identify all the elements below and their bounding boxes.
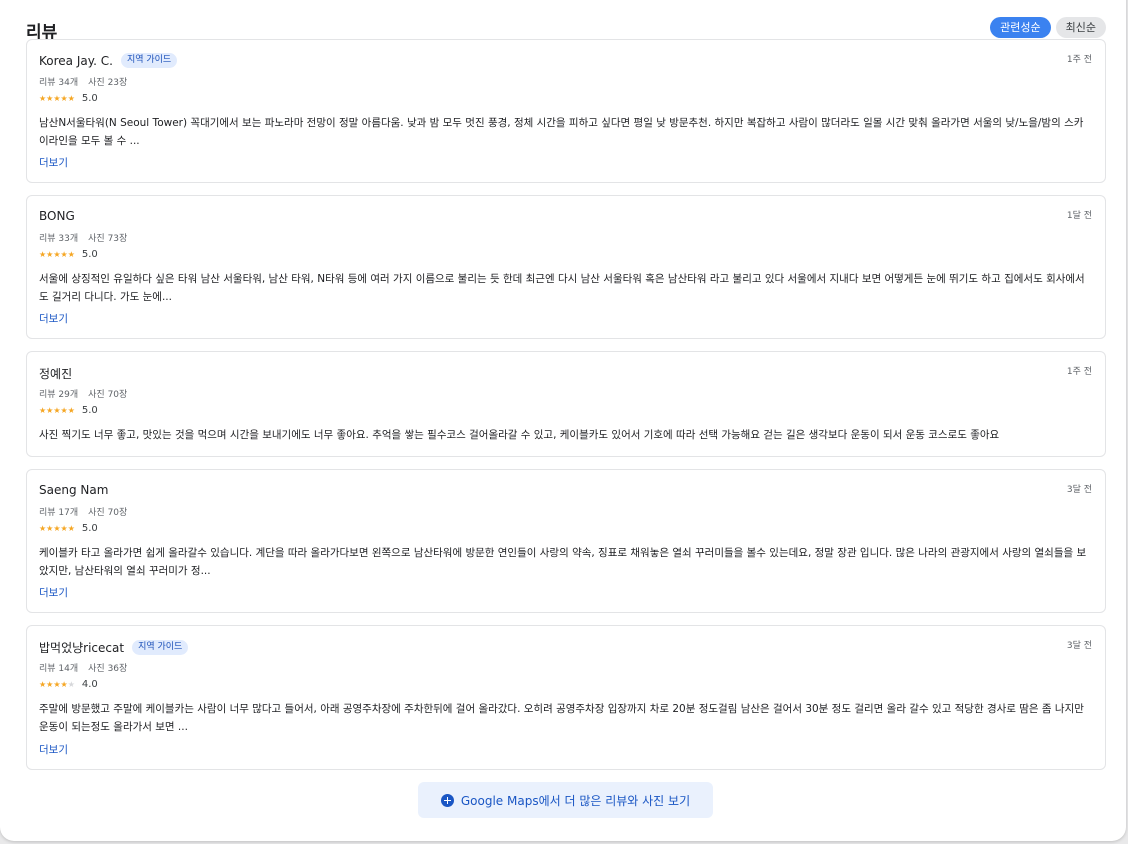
star-icon: ★ — [60, 406, 68, 415]
star-icon: ★ — [60, 250, 68, 259]
review-author-row: 정예진 — [39, 365, 72, 382]
sort-options: 관련성순 최신순 — [990, 17, 1106, 38]
rating-score: 5.0 — [81, 523, 98, 534]
star-icon: ★ — [67, 94, 75, 103]
rating-stars: ★ ★ ★ ★ ★ — [39, 680, 75, 689]
star-icon: ★ — [67, 250, 75, 259]
review-author-row: BONG — [39, 209, 75, 223]
review-text: 남산N서울타워(N Seoul Tower) 꼭대기에서 보는 파노라마 전망이… — [39, 117, 1084, 147]
review-time: 1주 전 — [1066, 55, 1092, 65]
review-rating: ★ ★ ★ ★ ★ 4.0 — [39, 679, 98, 690]
review-rating: ★ ★ ★ ★ ★ 5.0 — [39, 523, 98, 534]
review-text: 사진 찍기도 너무 좋고, 맛있는 것을 먹으며 시간을 보내기에도 너무 좋아… — [39, 429, 1000, 441]
review-author-stats: 리뷰 29개 사진 70장 — [39, 387, 127, 400]
more-on-google-maps-label: Google Maps에서 더 많은 리뷰와 사진 보기 — [460, 793, 691, 808]
review-author[interactable]: 밥먹었냥ricecat — [39, 639, 124, 656]
star-icon: ★ — [46, 406, 54, 415]
star-icon: ★ — [46, 250, 54, 259]
rating-stars: ★ ★ ★ ★ ★ — [39, 250, 75, 259]
star-icon: ★ — [60, 94, 68, 103]
add-circle-icon — [440, 793, 454, 807]
review-card: Saeng Nam 리뷰 17개 사진 70장 ★ ★ ★ ★ ★ 5.0 3달 전 케이… — [26, 469, 1106, 613]
review-text: 케이블카 타고 올라가면 쉽게 올라갈수 있습니다. 계단을 따라 올라가다보면… — [39, 547, 1087, 577]
star-icon: ★ — [67, 406, 75, 415]
author-review-count: 리뷰 14개 — [39, 664, 79, 674]
rating-score: 5.0 — [81, 93, 98, 104]
more-on-google-maps-button[interactable]: Google Maps에서 더 많은 리뷰와 사진 보기 — [418, 782, 713, 818]
review-time: 3달 전 — [1066, 641, 1092, 651]
review-time: 1달 전 — [1066, 211, 1092, 221]
review-card: Korea Jay. C. 지역 가이드 리뷰 34개 사진 23장 ★ ★ ★ ★ ★ … — [26, 39, 1106, 183]
review-author[interactable]: Korea Jay. C. — [39, 54, 113, 68]
review-author[interactable]: BONG — [39, 209, 75, 223]
review-author-row: 밥먹었냥ricecat 지역 가이드 — [39, 639, 189, 656]
star-icon: ★ — [39, 524, 47, 533]
author-photo-count: 사진 73장 — [88, 234, 128, 244]
rating-score: 5.0 — [81, 405, 98, 416]
local-guide-badge: 지역 가이드 — [120, 53, 178, 68]
star-icon: ★ — [60, 680, 68, 689]
star-icon: ★ — [39, 406, 47, 415]
author-photo-count: 사진 23장 — [88, 78, 128, 88]
star-icon: ★ — [53, 250, 61, 259]
author-photo-count: 사진 70장 — [88, 390, 128, 400]
star-icon: ★ — [53, 406, 61, 415]
review-time: 1주 전 — [1066, 367, 1092, 377]
review-time: 3달 전 — [1066, 485, 1092, 495]
star-icon: ★ — [53, 94, 61, 103]
star-icon: ★ — [53, 680, 61, 689]
review-author-stats: 리뷰 17개 사진 70장 — [39, 505, 127, 518]
author-review-count: 리뷰 34개 — [39, 78, 79, 88]
star-icon: ★ — [60, 524, 68, 533]
star-icon: ★ — [67, 524, 75, 533]
review-text: 서울에 상징적인 유일하다 싶은 타워 남산 서울타워, 남산 타워, N타워 … — [39, 273, 1085, 303]
local-guide-badge: 지역 가이드 — [132, 640, 189, 655]
author-photo-count: 사진 70장 — [88, 508, 128, 518]
review-author-row: Korea Jay. C. 지역 가이드 — [39, 53, 178, 68]
star-icon: ★ — [67, 680, 75, 689]
star-icon: ★ — [53, 524, 61, 533]
review-author-stats: 리뷰 14개 사진 36장 — [39, 661, 127, 674]
review-rating: ★ ★ ★ ★ ★ 5.0 — [39, 405, 98, 416]
sort-relevance-chip[interactable]: 관련성순 — [990, 17, 1051, 38]
author-review-count: 리뷰 17개 — [39, 508, 79, 518]
read-more-link[interactable]: 더보기 — [39, 742, 68, 757]
star-icon: ★ — [46, 94, 54, 103]
star-icon: ★ — [46, 680, 54, 689]
review-author-stats: 리뷰 34개 사진 23장 — [39, 75, 127, 88]
review-author[interactable]: 정예진 — [39, 365, 72, 382]
rating-score: 5.0 — [81, 249, 98, 260]
sort-newest-chip[interactable]: 최신순 — [1055, 17, 1106, 38]
star-icon: ★ — [46, 524, 54, 533]
review-text: 주말에 방문했고 주말에 케이블카는 사람이 너무 많다고 들어서, 아래 공영… — [39, 703, 1084, 733]
author-review-count: 리뷰 33개 — [39, 234, 79, 244]
star-icon: ★ — [39, 680, 47, 689]
star-icon: ★ — [39, 94, 47, 103]
read-more-link[interactable]: 더보기 — [39, 311, 68, 326]
star-icon: ★ — [39, 250, 47, 259]
rating-stars: ★ ★ ★ ★ ★ — [39, 524, 75, 533]
review-author-stats: 리뷰 33개 사진 73장 — [39, 231, 127, 244]
review-rating: ★ ★ ★ ★ ★ 5.0 — [39, 249, 98, 260]
review-card: 밥먹었냥ricecat 지역 가이드 리뷰 14개 사진 36장 ★ ★ ★ ★ ★ 4.… — [26, 625, 1106, 770]
review-card: 정예진 리뷰 29개 사진 70장 ★ ★ ★ ★ ★ 5.0 1주 전 사진 찍기도 너… — [26, 351, 1106, 457]
rating-score: 4.0 — [81, 679, 98, 690]
review-rating: ★ ★ ★ ★ ★ 5.0 — [39, 93, 98, 104]
read-more-link[interactable]: 더보기 — [39, 585, 68, 600]
review-author-row: Saeng Nam — [39, 483, 108, 497]
review-card: BONG 리뷰 33개 사진 73장 ★ ★ ★ ★ ★ 5.0 1달 전 서울에 상징적… — [26, 195, 1106, 339]
review-author[interactable]: Saeng Nam — [39, 483, 108, 497]
rating-stars: ★ ★ ★ ★ ★ — [39, 406, 75, 415]
author-review-count: 리뷰 29개 — [39, 390, 79, 400]
read-more-link[interactable]: 더보기 — [39, 155, 68, 170]
author-photo-count: 사진 36장 — [88, 664, 128, 674]
rating-stars: ★ ★ ★ ★ ★ — [39, 94, 75, 103]
